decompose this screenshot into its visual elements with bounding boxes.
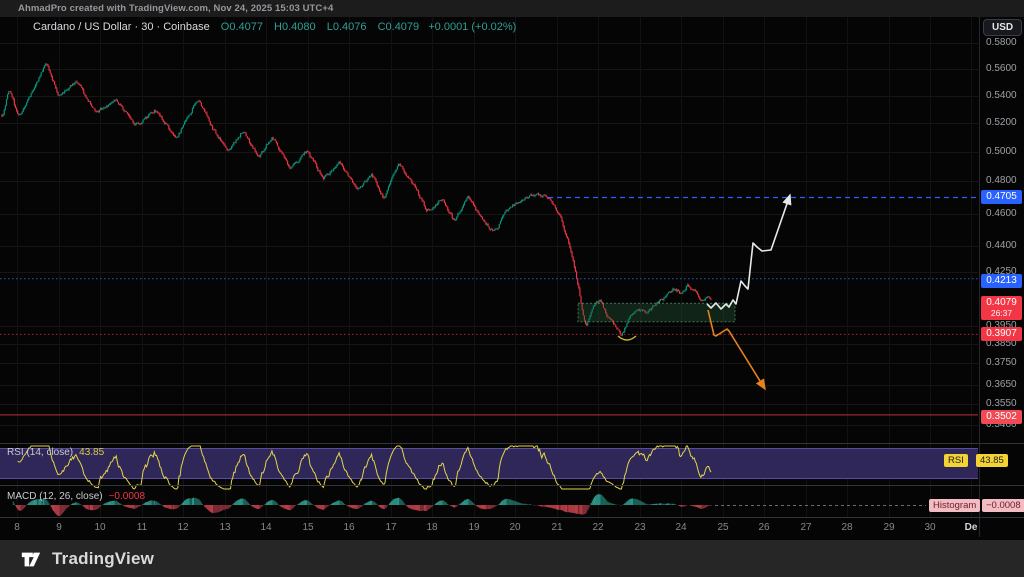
time-tick-14: 14 <box>260 522 271 533</box>
price-tick-0.4400: 0.4400 <box>986 240 1017 252</box>
time-axis[interactable]: 8 9 10 11 12 13 14 15 16 17 18 19 20 21 22 23 24 25 26 27 28… <box>0 519 1024 537</box>
price-label-0.3907: 0.3907 <box>981 327 1022 341</box>
macd-histogram-grow_below <box>21 505 710 516</box>
price-tick-0.5400: 0.5400 <box>986 90 1017 102</box>
time-tick-29: 29 <box>883 522 894 533</box>
projection-bullish-path[interactable] <box>707 195 790 309</box>
vertical-gridlines <box>18 17 972 517</box>
price-label-0.4079: 0.407926:37 <box>981 296 1022 320</box>
tradingview-chart-window: AhmadPro created with TradingView.com, N… <box>0 0 1024 577</box>
price-label-0.4705: 0.4705 <box>981 190 1022 204</box>
ohlc-close: C0.4079 <box>378 21 420 33</box>
price-tick-0.3750: 0.3750 <box>986 357 1017 369</box>
time-tick-27: 27 <box>800 522 811 533</box>
time-tick-19: 19 <box>468 522 479 533</box>
price-tick-0.4600: 0.4600 <box>986 208 1017 220</box>
time-tick-24: 24 <box>675 522 686 533</box>
rsi-value: 43.85 <box>79 447 104 458</box>
time-tick-10: 10 <box>94 522 105 533</box>
time-tick-9: 9 <box>56 522 62 533</box>
time-tick-28: 28 <box>841 522 852 533</box>
macd-histogram-fall_below <box>15 505 711 516</box>
ohlc-low: L0.4076 <box>327 21 367 33</box>
time-tick-15: 15 <box>302 522 313 533</box>
time-tick-30: 30 <box>924 522 935 533</box>
rsi-pane-title[interactable]: RSI (14, close) 43.85 <box>7 447 104 458</box>
candle-wicks-up <box>3 63 707 336</box>
brand-name[interactable]: TradingView <box>52 549 154 569</box>
time-tick-8: 8 <box>14 522 20 533</box>
price-tick-0.3650: 0.3650 <box>986 379 1017 391</box>
ohlc-high: H0.4080 <box>274 21 316 33</box>
rsi-title-text: RSI (14, close) <box>7 447 73 458</box>
macd-value: −0.0008 <box>109 491 145 502</box>
rsi-label-badge: RSI <box>944 454 968 467</box>
price-tick-0.5600: 0.5600 <box>986 63 1017 75</box>
price-label-0.4213: 0.4213 <box>981 274 1022 288</box>
price-tick-0.5000: 0.5000 <box>986 146 1017 158</box>
price-tick-0.5800: 0.5800 <box>986 37 1017 49</box>
time-tick-26: 26 <box>758 522 769 533</box>
time-tick-25: 25 <box>717 522 728 533</box>
ohlc-open: O0.4077 <box>221 21 263 33</box>
symbol-title: Cardano / US Dollar · 30 · Coinbase <box>33 21 210 33</box>
time-tick-12: 12 <box>177 522 188 533</box>
price-change: +0.0001 (+0.02%) <box>428 21 516 33</box>
macd-pane-title[interactable]: MACD (12, 26, close) −0.0008 <box>7 491 145 502</box>
footer-brand-bar: TradingView <box>0 540 1024 577</box>
histogram-value-badge: −0.0008 <box>982 499 1024 512</box>
symbol-info-bar[interactable]: Cardano / US Dollar · 30 · Coinbase O0.4… <box>33 21 516 33</box>
horizontal-gridlines <box>0 44 978 426</box>
price-label-0.3502: 0.3502 <box>981 410 1022 424</box>
rsi-band <box>0 448 978 478</box>
time-tick-18: 18 <box>426 522 437 533</box>
time-tick-16: 16 <box>343 522 354 533</box>
price-tick-0.5200: 0.5200 <box>986 117 1017 129</box>
price-tick-0.3550: 0.3550 <box>986 398 1017 410</box>
price-tick-0.4800: 0.4800 <box>986 175 1017 187</box>
macd-title-text: MACD (12, 26, close) <box>7 491 103 502</box>
tradingview-logo-icon[interactable] <box>20 548 42 570</box>
currency-toggle-button[interactable]: USD <box>983 19 1022 36</box>
arc-annotation[interactable] <box>618 336 636 340</box>
bar-countdown: 26:37 <box>981 309 1022 320</box>
time-tick-De: De <box>965 522 978 533</box>
time-tick-22: 22 <box>592 522 603 533</box>
time-tick-13: 13 <box>219 522 230 533</box>
time-tick-17: 17 <box>385 522 396 533</box>
rsi-value-badge: 43.85 <box>976 454 1008 467</box>
chart-canvas[interactable] <box>0 0 1024 577</box>
demand-zone-rectangle[interactable] <box>578 303 735 322</box>
time-tick-11: 11 <box>137 522 147 533</box>
time-tick-21: 21 <box>551 522 562 533</box>
time-tick-20: 20 <box>509 522 520 533</box>
histogram-label-badge: Histogram <box>929 499 980 512</box>
time-tick-23: 23 <box>634 522 645 533</box>
candle-bodies-up <box>3 64 707 336</box>
